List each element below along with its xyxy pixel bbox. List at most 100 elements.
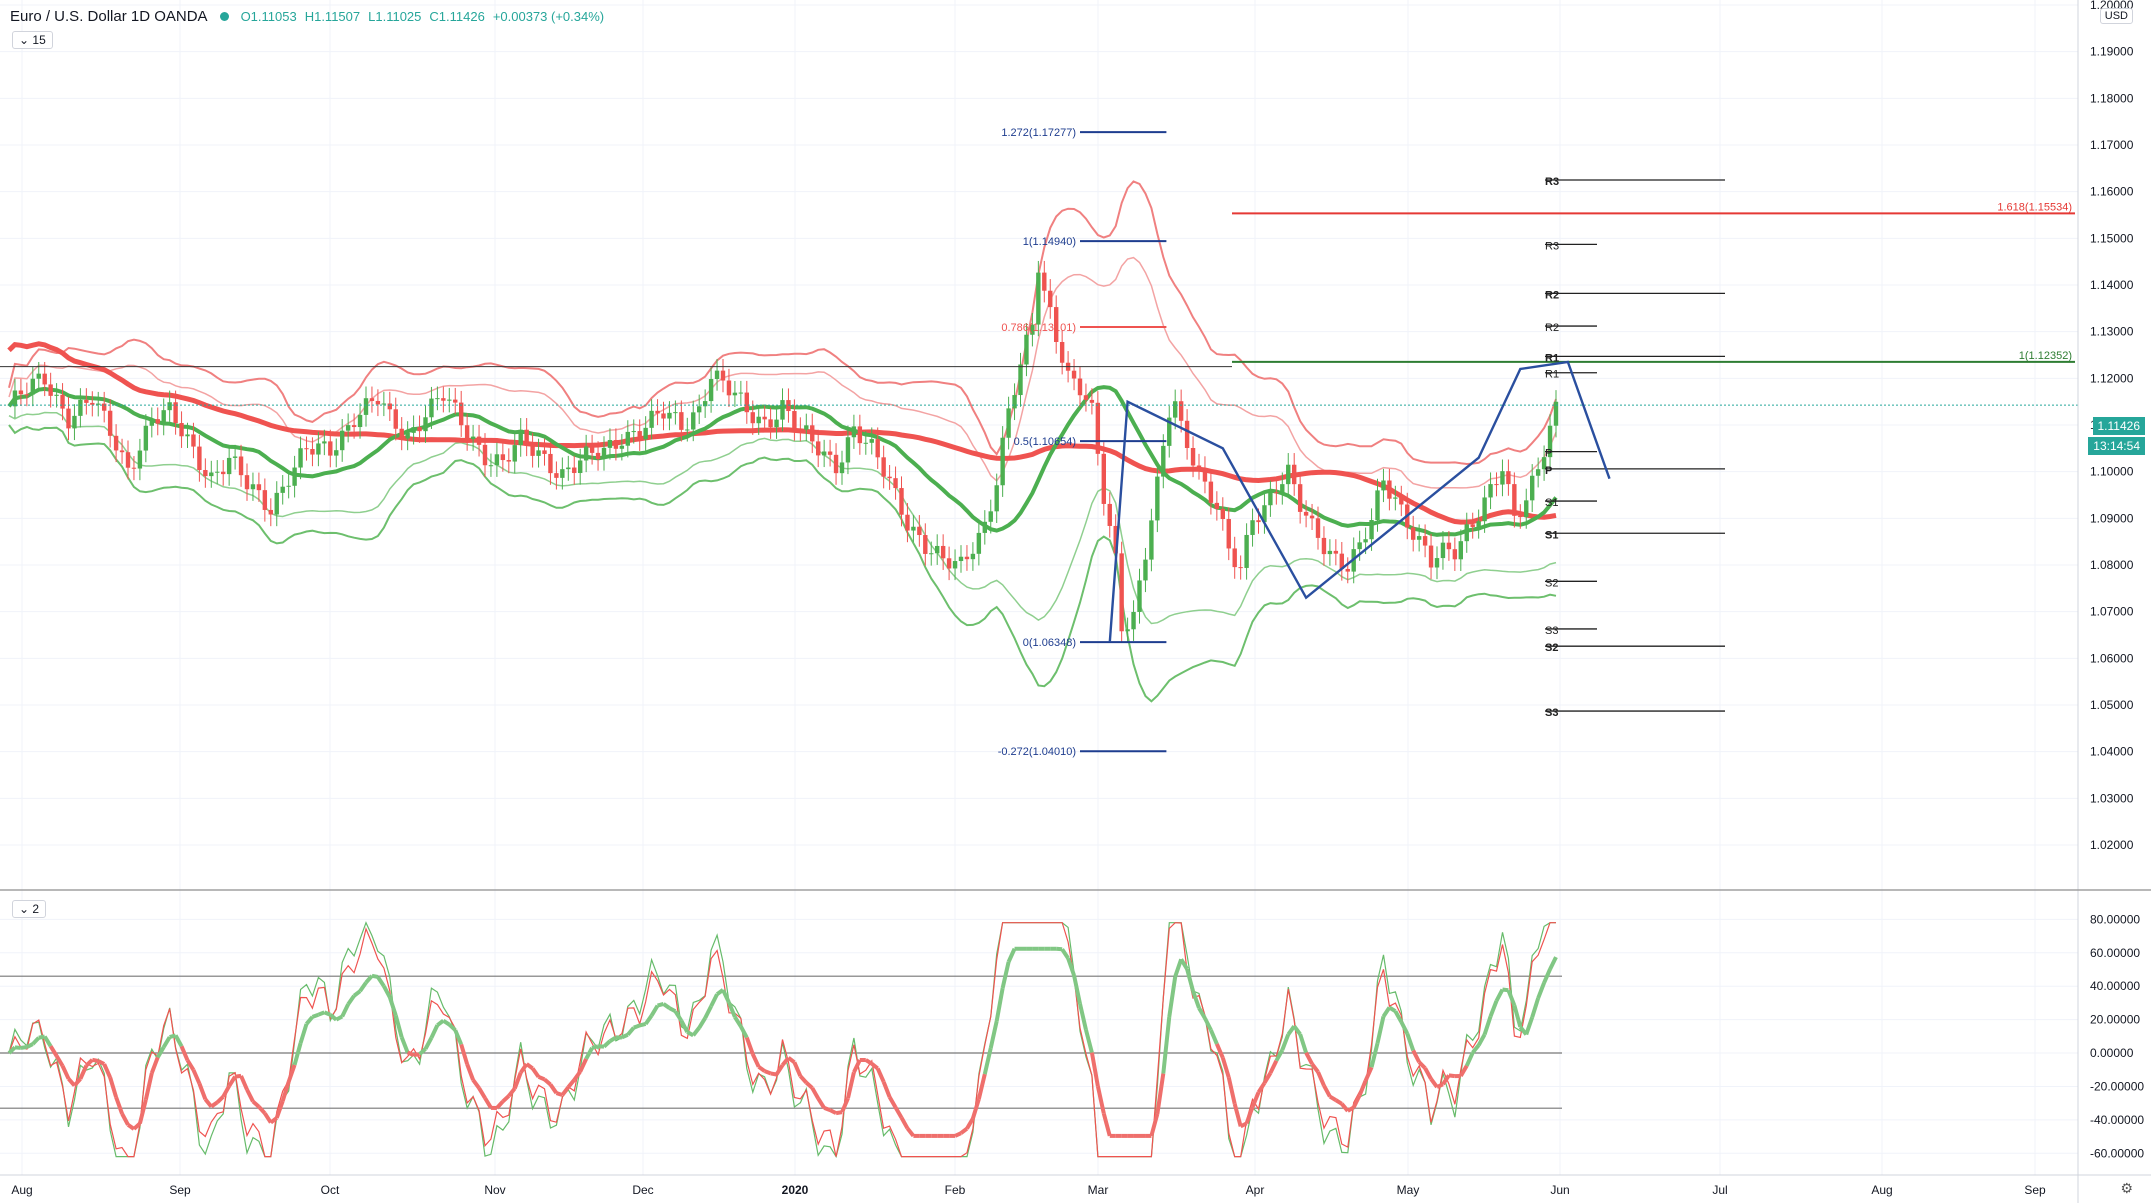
time-tick-label: Aug — [11, 1183, 32, 1197]
candle-body — [970, 553, 976, 560]
candle-body — [1095, 402, 1101, 454]
pivot-label: R3 — [1545, 240, 1559, 252]
candle-body — [964, 556, 970, 560]
candle-body — [1363, 539, 1368, 543]
candle-body — [1012, 395, 1017, 409]
candle-body — [179, 423, 184, 437]
candle-body — [24, 394, 30, 396]
ohlc-close: C1.11426 — [429, 9, 485, 24]
candle-body — [917, 526, 922, 536]
time-tick-label: 2020 — [782, 1183, 809, 1197]
candle-body — [655, 410, 660, 414]
candle-body — [262, 490, 268, 510]
osc-tick-label: -40.00000 — [2090, 1113, 2144, 1127]
candle-body — [1315, 518, 1321, 538]
gear-icon[interactable]: ⚙ — [2120, 1180, 2133, 1197]
pivot-label: S3 — [1545, 707, 1558, 719]
candle-body — [1387, 480, 1392, 499]
candle-body — [1202, 467, 1208, 482]
oscillator-toggle[interactable]: ⌄ 2 — [12, 900, 47, 918]
candle-body — [351, 425, 357, 428]
candle-body — [441, 398, 446, 401]
candle-body — [1393, 497, 1398, 499]
currency-badge[interactable]: USD — [2099, 8, 2133, 24]
candle-body — [1190, 447, 1196, 466]
candle-body — [322, 441, 327, 444]
candle-body — [149, 419, 154, 426]
candle-body — [661, 413, 666, 419]
candle-body — [470, 436, 476, 440]
time-tick-label: Apr — [1246, 1183, 1265, 1197]
candle-body — [1208, 481, 1214, 503]
candle-body — [274, 492, 279, 515]
candle-body — [1345, 568, 1350, 572]
symbol-title[interactable]: Euro / U.S. Dollar 1D OANDA — [10, 8, 208, 25]
candle-body — [887, 476, 892, 479]
candle-body — [72, 415, 77, 429]
candle-body — [804, 425, 809, 430]
candle-body — [1411, 527, 1416, 540]
candle-body — [560, 469, 565, 478]
candle-body — [1226, 519, 1231, 549]
candle-body — [1464, 524, 1469, 542]
osc-signal-segment — [1502, 987, 1509, 993]
candle-body — [1422, 536, 1428, 546]
candle-body — [774, 419, 779, 428]
candle-body — [637, 431, 642, 440]
candle-body — [1297, 484, 1303, 512]
candle-body — [226, 457, 232, 475]
candle-body — [119, 450, 125, 453]
price-tick-label: 1.16000 — [2090, 185, 2134, 199]
pivot-label: R3 — [1545, 176, 1559, 188]
candle-body — [369, 398, 375, 401]
candle-body — [1018, 364, 1023, 396]
candle-body — [1506, 471, 1511, 485]
candle-body — [1173, 401, 1178, 418]
candle-body — [12, 390, 18, 407]
candle-body — [1327, 550, 1333, 555]
osc-signal-segment — [639, 1022, 647, 1028]
candle-body — [340, 430, 345, 451]
candle-body — [1476, 521, 1481, 527]
pivot-label: R2 — [1545, 322, 1559, 334]
candle-body — [500, 454, 506, 461]
candle-body — [631, 431, 636, 433]
osc-signal-segment — [406, 1050, 415, 1057]
indicators-toggle[interactable]: ⌄ 15 — [12, 31, 53, 49]
candle-body — [881, 457, 886, 477]
candle-body — [1280, 484, 1285, 493]
candle-body — [940, 545, 946, 559]
candle-body — [310, 448, 315, 455]
candle-body — [286, 485, 291, 487]
price-tick-label: 1.03000 — [2090, 791, 2134, 805]
candle-body — [30, 378, 35, 395]
price-tick-label: 1.06000 — [2090, 651, 2134, 665]
candle-body — [280, 486, 285, 493]
price-tick-label: 1.13000 — [2090, 325, 2134, 339]
candle-body — [643, 427, 648, 440]
candle-body — [411, 427, 416, 433]
pivot-label: P — [1545, 448, 1552, 460]
candle-body — [863, 442, 868, 444]
candle-body — [107, 410, 113, 436]
candle-body — [1101, 453, 1106, 504]
candle-body — [215, 471, 220, 473]
candle-body — [417, 427, 422, 432]
market-status-icon — [219, 12, 229, 21]
candle-body — [536, 450, 541, 456]
candle-body — [673, 412, 678, 414]
candle-body — [1428, 545, 1434, 568]
candle-body — [316, 443, 321, 455]
pivot-label: S3 — [1545, 625, 1558, 637]
fib-level-label: 1.272(1.17277) — [1001, 127, 1076, 139]
candle-body — [1155, 476, 1160, 521]
candle-body — [875, 439, 880, 458]
time-tick-label: Nov — [484, 1183, 505, 1197]
chart-canvas[interactable]: 1.272(1.17277) 1(1.14940) 0.786(1.13101) 0.… — [0, 0, 2151, 1203]
candle-body — [1500, 471, 1505, 485]
candle-body — [1196, 465, 1202, 468]
candle-body — [1321, 537, 1327, 555]
candle-body — [1369, 520, 1374, 540]
candle-body — [1149, 520, 1154, 560]
candle-body — [530, 444, 535, 456]
